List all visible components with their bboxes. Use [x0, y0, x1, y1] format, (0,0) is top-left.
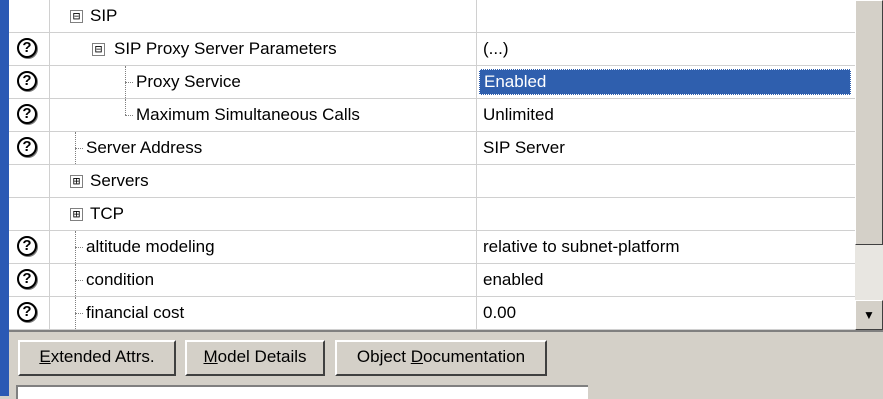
row-value: Enabled	[484, 72, 547, 91]
object-documentation-label-pre: Object	[356, 347, 411, 366]
help-cell	[9, 198, 50, 230]
tree-line	[75, 148, 83, 149]
row-label: Server Address	[86, 138, 203, 157]
help-cell: ?	[9, 66, 50, 98]
tree-line	[125, 82, 133, 83]
scroll-thumb[interactable]	[855, 0, 883, 245]
expand-icon[interactable]: ⊞	[70, 208, 83, 221]
grid-row-sip[interactable]: ⊟ SIP	[9, 0, 855, 33]
attribute-grid[interactable]: ⊟ SIP ? ⊟ SIP Proxy Server Parameters (.…	[9, 0, 883, 332]
value-cell[interactable]: enabled	[477, 264, 855, 296]
grid-row-condition[interactable]: ? condition enabled	[9, 264, 855, 297]
object-documentation-mnemonic: D	[410, 347, 424, 366]
row-value: relative to subnet-platform	[483, 237, 680, 256]
object-documentation-button[interactable]: Object Documentation	[335, 340, 547, 376]
tree-line	[75, 313, 83, 314]
name-cell: Server Address	[50, 132, 477, 164]
name-cell: altitude modeling	[50, 231, 477, 263]
help-icon[interactable]: ?	[17, 269, 37, 289]
model-details-mnemonic: M	[203, 347, 218, 366]
row-label: SIP	[90, 6, 118, 25]
name-cell: ⊞ Servers	[50, 165, 477, 197]
help-icon[interactable]: ?	[17, 38, 37, 58]
help-icon[interactable]: ?	[17, 104, 37, 124]
row-label: Proxy Service	[136, 72, 241, 91]
grid-row-sip-proxy-params[interactable]: ? ⊟ SIP Proxy Server Parameters (...)	[9, 33, 855, 66]
help-cell: ?	[9, 99, 50, 131]
grid-row-server-address[interactable]: ? Server Address SIP Server	[9, 132, 855, 165]
grid-row-altitude-modeling[interactable]: ? altitude modeling relative to subnet-p…	[9, 231, 855, 264]
row-label: condition	[86, 270, 155, 289]
value-cell[interactable]: Enabled	[477, 66, 855, 98]
row-value: enabled	[483, 270, 544, 289]
row-value: 0.00	[483, 303, 517, 322]
value-cell[interactable]: Unlimited	[477, 99, 855, 131]
tree-line	[125, 99, 126, 115]
help-cell: ?	[9, 297, 50, 329]
row-value: (...)	[483, 39, 509, 58]
extended-attrs-mnemonic: E	[39, 347, 51, 366]
row-value: Unlimited	[483, 105, 554, 124]
help-cell	[9, 0, 50, 32]
value-cell[interactable]	[477, 165, 855, 197]
grid-row-proxy-service[interactable]: ? Proxy Service Enabled	[9, 66, 855, 99]
tree-line	[75, 280, 83, 281]
row-label: SIP Proxy Server Parameters	[114, 39, 337, 58]
collapse-icon[interactable]: ⊟	[92, 43, 105, 56]
grid-row-max-calls[interactable]: ? Maximum Simultaneous Calls Unlimited	[9, 99, 855, 132]
help-cell: ?	[9, 264, 50, 296]
value-cell[interactable]	[477, 0, 855, 32]
model-details-label: odel Details	[217, 347, 307, 366]
row-label: Maximum Simultaneous Calls	[136, 105, 360, 124]
help-cell	[9, 165, 50, 197]
row-value: SIP Server	[483, 138, 565, 157]
window-frame-edge	[0, 0, 9, 396]
bottom-text-field[interactable]	[16, 385, 588, 399]
tree-line	[75, 247, 83, 248]
scroll-down-arrow-icon[interactable]: ▼	[855, 300, 883, 330]
help-cell: ?	[9, 231, 50, 263]
vertical-scrollbar[interactable]: ▼	[855, 0, 883, 330]
value-cell[interactable]: SIP Server	[477, 132, 855, 164]
help-cell: ?	[9, 132, 50, 164]
grid-row-tcp[interactable]: ⊞ TCP	[9, 198, 855, 231]
expand-icon[interactable]: ⊞	[70, 175, 83, 188]
extended-attrs-button[interactable]: Extended Attrs.	[18, 340, 176, 376]
help-icon[interactable]: ?	[17, 302, 37, 322]
name-cell: ⊟ SIP	[50, 0, 477, 32]
name-cell: Maximum Simultaneous Calls	[50, 99, 477, 131]
value-cell[interactable]: 0.00	[477, 297, 855, 329]
row-label: financial cost	[86, 303, 185, 322]
value-cell[interactable]: relative to subnet-platform	[477, 231, 855, 263]
model-details-button[interactable]: Model Details	[185, 340, 325, 376]
tree-line	[125, 115, 133, 116]
help-icon[interactable]: ?	[17, 236, 37, 256]
object-documentation-label: ocumentation	[423, 347, 526, 366]
name-cell: Proxy Service	[50, 66, 477, 98]
value-cell[interactable]: (...)	[477, 33, 855, 65]
collapse-icon[interactable]: ⊟	[70, 10, 83, 23]
name-cell: ⊟ SIP Proxy Server Parameters	[50, 33, 477, 65]
name-cell: financial cost	[50, 297, 477, 329]
row-label: TCP	[90, 204, 124, 223]
row-label: Servers	[90, 171, 149, 190]
name-cell: ⊞ TCP	[50, 198, 477, 230]
grid-row-servers[interactable]: ⊞ Servers	[9, 165, 855, 198]
grid-row-financial-cost[interactable]: ? financial cost 0.00	[9, 297, 855, 330]
row-label: altitude modeling	[86, 237, 215, 256]
extended-attrs-label: xtended Attrs.	[50, 347, 155, 366]
help-icon[interactable]: ?	[17, 137, 37, 157]
value-cell[interactable]	[477, 198, 855, 230]
help-icon[interactable]: ?	[17, 71, 37, 91]
name-cell: condition	[50, 264, 477, 296]
selected-value[interactable]: Enabled	[479, 69, 851, 95]
help-cell: ?	[9, 33, 50, 65]
